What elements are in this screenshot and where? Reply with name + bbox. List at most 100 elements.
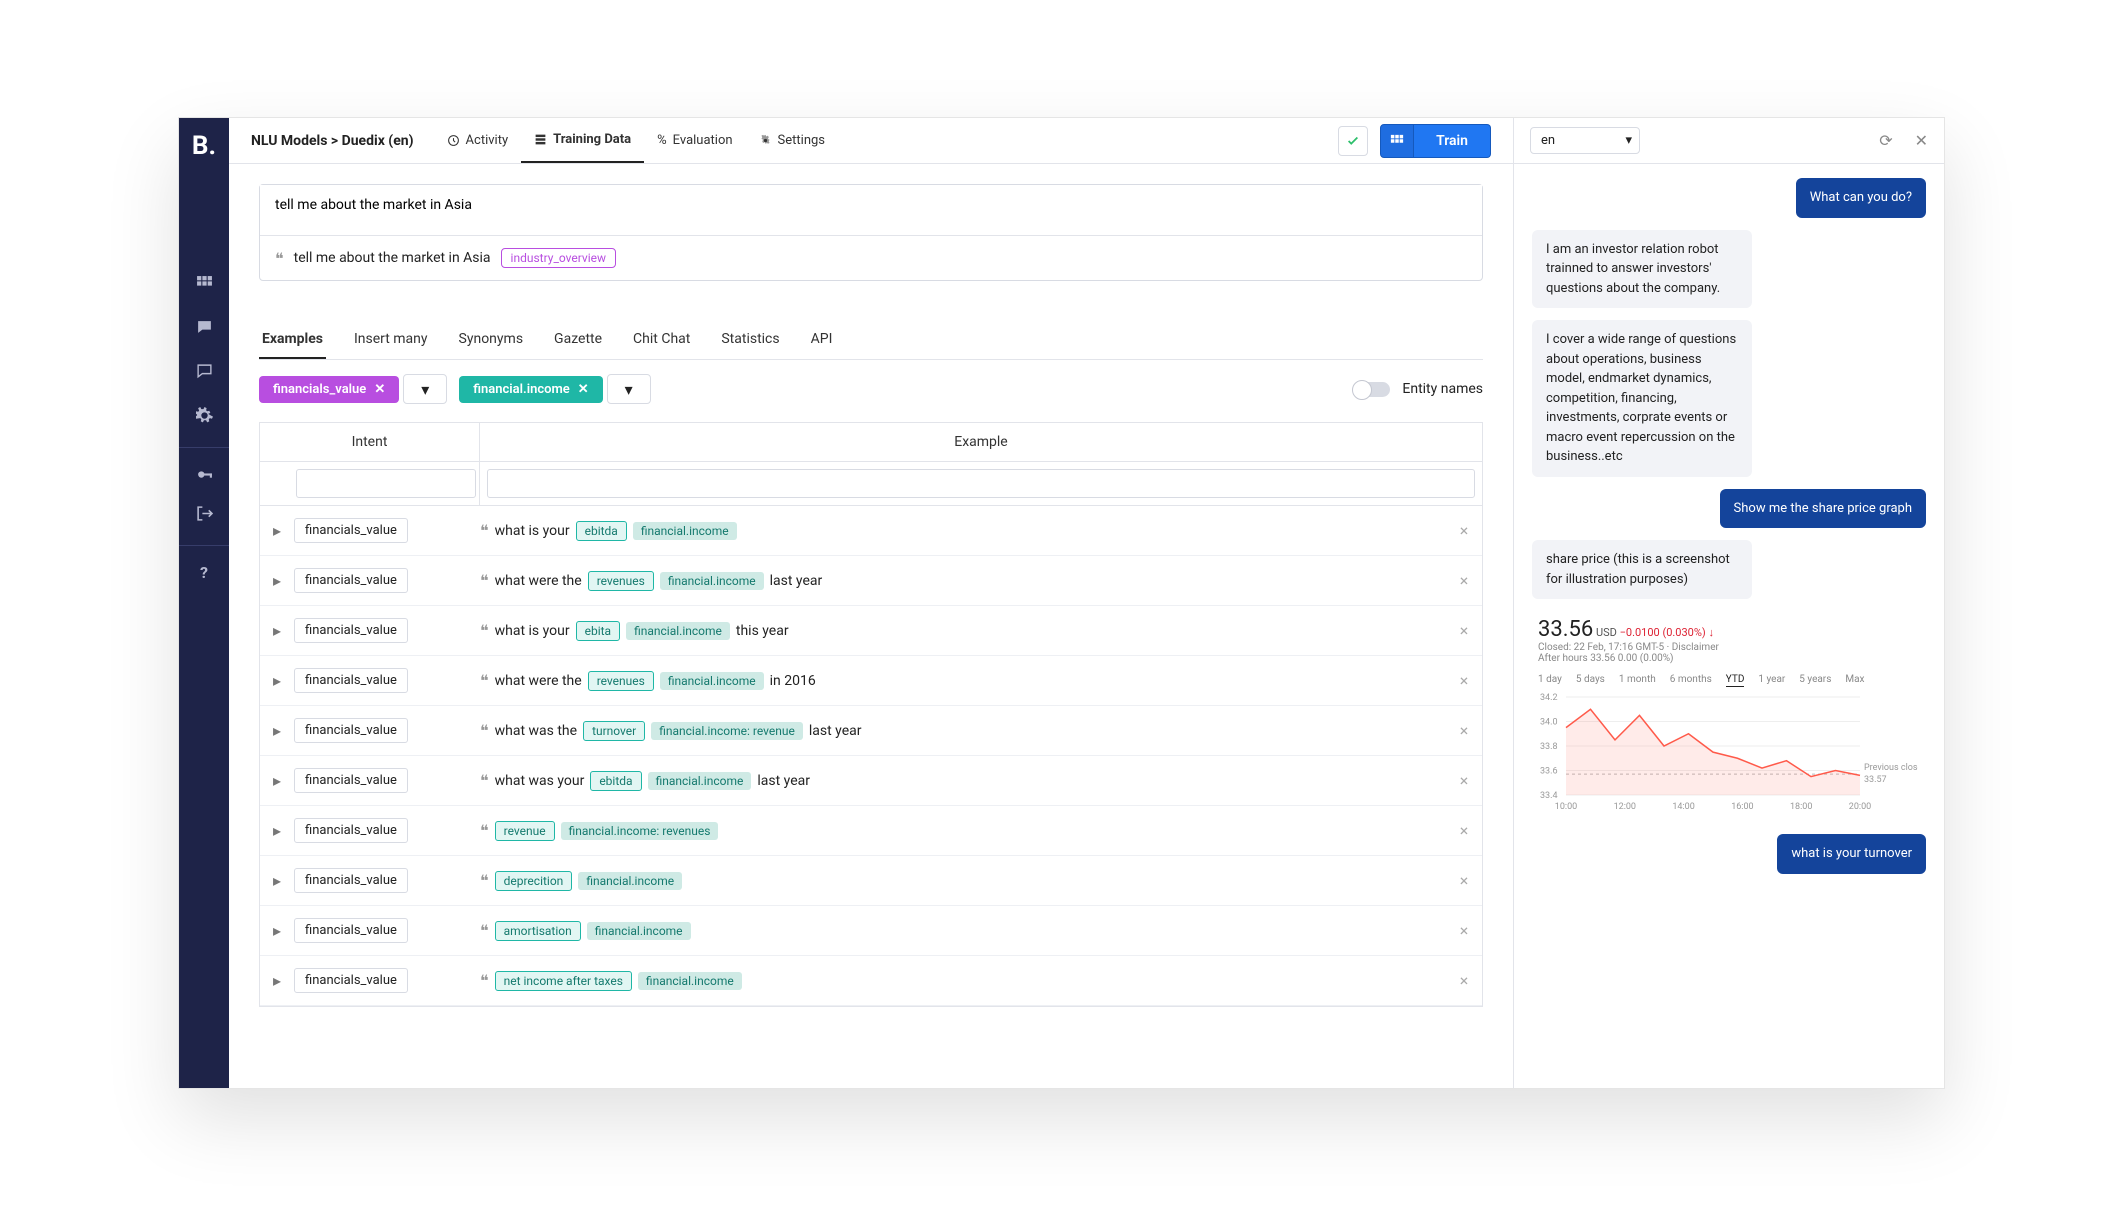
subtab-examples[interactable]: Examples	[259, 321, 326, 359]
subtab-api[interactable]: API	[808, 321, 836, 359]
intent-tag[interactable]: financials_value	[294, 868, 408, 893]
filter-intent-chip[interactable]: financials_value✕	[259, 376, 399, 403]
entity-label[interactable]: financial.income: revenue	[651, 722, 803, 740]
entity-label[interactable]: financial.income	[648, 772, 752, 790]
chat-solid-icon[interactable]	[179, 305, 229, 349]
tab-activity[interactable]: Activity	[434, 118, 522, 163]
intent-tag[interactable]: financials_value	[294, 618, 408, 643]
delete-row-icon[interactable]: ×	[1446, 971, 1482, 990]
example-cell[interactable]: ❝what is your ebitdafinancial.income	[480, 513, 1446, 549]
chat-outline-icon[interactable]	[179, 349, 229, 393]
remove-filter-icon[interactable]: ✕	[578, 382, 589, 397]
delete-row-icon[interactable]: ×	[1446, 521, 1482, 540]
delete-row-icon[interactable]: ×	[1446, 871, 1482, 890]
entity-token[interactable]: deprecition	[495, 871, 573, 891]
intent-tag[interactable]: financials_value	[294, 668, 408, 693]
entity-label[interactable]: financial.income	[633, 522, 737, 540]
range-5d[interactable]: 5 days	[1576, 674, 1605, 687]
delete-row-icon[interactable]: ×	[1446, 821, 1482, 840]
expand-row-icon[interactable]: ▸	[260, 721, 294, 740]
help-icon[interactable]: ?	[179, 545, 229, 589]
example-cell[interactable]: ❝what were the revenuesfinancial.income …	[480, 663, 1446, 699]
example-cell[interactable]: ❝revenuefinancial.income: revenues	[480, 813, 1446, 849]
expand-row-icon[interactable]: ▸	[260, 971, 294, 990]
intent-tag[interactable]: financials_value	[294, 918, 408, 943]
intent-tag[interactable]: financials_value	[294, 518, 408, 543]
delete-row-icon[interactable]: ×	[1446, 921, 1482, 940]
language-select[interactable]: en ▾	[1530, 127, 1640, 154]
entity-label[interactable]: financial.income	[587, 922, 691, 940]
expand-row-icon[interactable]: ▸	[260, 921, 294, 940]
refresh-icon[interactable]: ⟳	[1879, 131, 1892, 150]
range-6m[interactable]: 6 months	[1670, 674, 1712, 687]
example-cell[interactable]: ❝deprecitionfinancial.income	[480, 863, 1446, 899]
grid-icon[interactable]	[179, 261, 229, 305]
range-ytd[interactable]: YTD	[1726, 674, 1745, 687]
parsed-intent-chip[interactable]: industry_overview	[501, 248, 616, 268]
example-cell[interactable]: ❝net income after taxesfinancial.income	[480, 963, 1446, 999]
entity-token[interactable]: revenues	[588, 571, 654, 591]
entity-token[interactable]: ebita	[576, 621, 620, 641]
intent-filter-input[interactable]	[296, 469, 476, 498]
intent-tag[interactable]: financials_value	[294, 968, 408, 993]
example-cell[interactable]: ❝amortisationfinancial.income	[480, 913, 1446, 949]
expand-row-icon[interactable]: ▸	[260, 521, 294, 540]
status-check[interactable]	[1338, 126, 1368, 156]
intent-tag[interactable]: financials_value	[294, 568, 408, 593]
intent-tag[interactable]: financials_value	[294, 718, 408, 743]
range-max[interactable]: Max	[1845, 674, 1864, 687]
tab-training-data[interactable]: Training Data	[521, 118, 644, 163]
example-cell[interactable]: ❝what was the turnoverfinancial.income: …	[480, 713, 1446, 749]
expand-row-icon[interactable]: ▸	[260, 621, 294, 640]
entity-label[interactable]: financial.income: revenues	[561, 822, 719, 840]
range-1m[interactable]: 1 month	[1619, 674, 1656, 687]
entity-token[interactable]: ebitda	[590, 771, 641, 791]
entity-token[interactable]: net income after taxes	[495, 971, 632, 991]
range-1y[interactable]: 1 year	[1758, 674, 1785, 687]
entity-label[interactable]: financial.income	[660, 572, 764, 590]
train-grid-icon[interactable]	[1380, 124, 1414, 158]
delete-row-icon[interactable]: ×	[1446, 621, 1482, 640]
example-cell[interactable]: ❝what was your ebitdafinancial.income la…	[480, 763, 1446, 799]
expand-row-icon[interactable]: ▸	[260, 571, 294, 590]
tab-settings[interactable]: Settings	[746, 118, 838, 163]
delete-row-icon[interactable]: ×	[1446, 671, 1482, 690]
intent-tag[interactable]: financials_value	[294, 768, 408, 793]
entity-label[interactable]: financial.income	[578, 872, 682, 890]
subtab-synonyms[interactable]: Synonyms	[456, 321, 527, 359]
example-cell[interactable]: ❝what were the revenuesfinancial.income …	[480, 563, 1446, 599]
gear-icon[interactable]	[179, 393, 229, 437]
subtab-statistics[interactable]: Statistics	[718, 321, 782, 359]
intent-tag[interactable]: financials_value	[294, 818, 408, 843]
intent-dropdown[interactable]: ▾	[403, 374, 447, 404]
entity-token[interactable]: revenues	[588, 671, 654, 691]
entity-token[interactable]: revenue	[495, 821, 555, 841]
entity-names-toggle[interactable]	[1354, 382, 1390, 397]
expand-row-icon[interactable]: ▸	[260, 871, 294, 890]
entity-label[interactable]: financial.income	[638, 972, 742, 990]
entity-label[interactable]: financial.income	[626, 622, 730, 640]
remove-filter-icon[interactable]: ✕	[374, 382, 385, 397]
entity-token[interactable]: ebitda	[576, 521, 627, 541]
train-button[interactable]: Train	[1414, 124, 1491, 158]
delete-row-icon[interactable]: ×	[1446, 721, 1482, 740]
utterance-input[interactable]: tell me about the market in Asia	[260, 185, 1482, 231]
subtab-gazette[interactable]: Gazette	[551, 321, 605, 359]
subtab-chit-chat[interactable]: Chit Chat	[630, 321, 693, 359]
expand-row-icon[interactable]: ▸	[260, 771, 294, 790]
entity-label[interactable]: financial.income	[660, 672, 764, 690]
delete-row-icon[interactable]: ×	[1446, 571, 1482, 590]
range-5y[interactable]: 5 years	[1799, 674, 1831, 687]
logout-icon[interactable]	[179, 491, 229, 535]
expand-row-icon[interactable]: ▸	[260, 821, 294, 840]
example-filter-input[interactable]	[487, 469, 1475, 498]
close-icon[interactable]: ✕	[1915, 131, 1928, 150]
example-cell[interactable]: ❝what is your ebitafinancial.income this…	[480, 613, 1446, 649]
range-1d[interactable]: 1 day	[1538, 674, 1562, 687]
entity-token[interactable]: amortisation	[495, 921, 581, 941]
entity-dropdown[interactable]: ▾	[607, 374, 651, 404]
entity-token[interactable]: turnover	[583, 721, 645, 741]
delete-row-icon[interactable]: ×	[1446, 771, 1482, 790]
tab-evaluation[interactable]: % Evaluation	[644, 118, 745, 163]
filter-entity-chip[interactable]: financial.income✕	[459, 376, 602, 403]
